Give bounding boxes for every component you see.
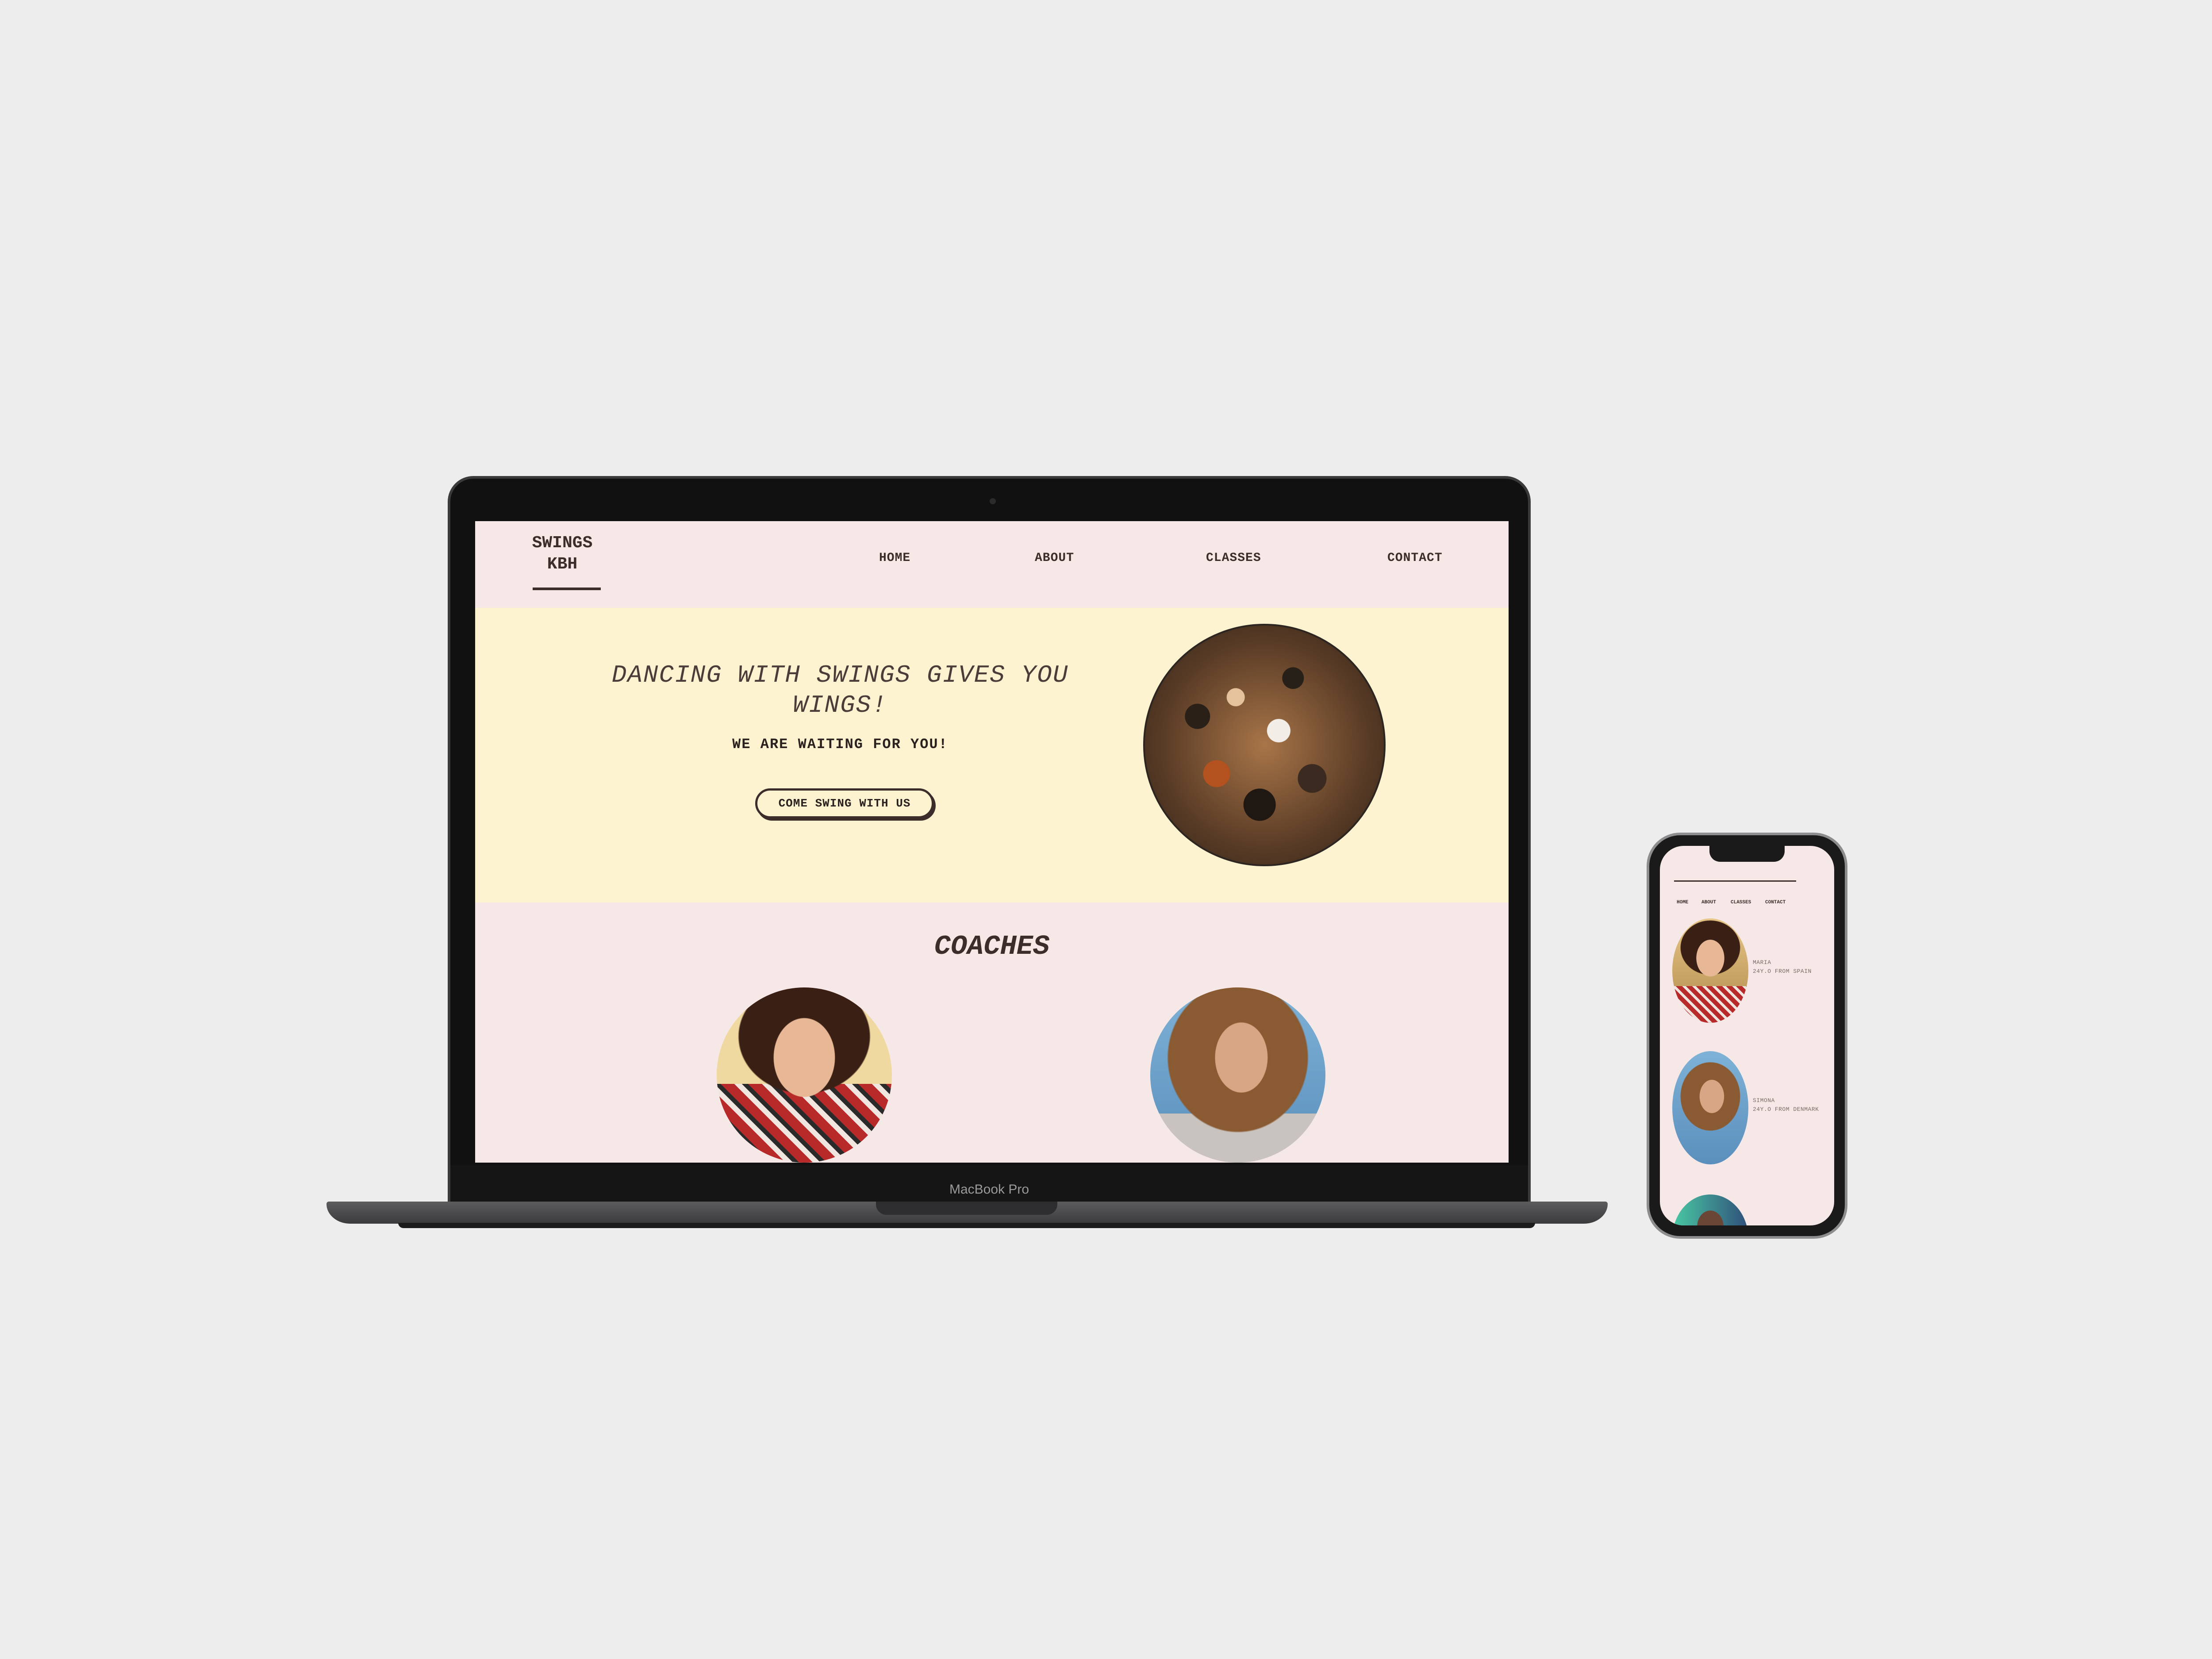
nav-home-link[interactable]: HOME bbox=[879, 551, 910, 565]
coach-photo-2[interactable] bbox=[1150, 987, 1325, 1163]
dancers-photo bbox=[1143, 624, 1386, 866]
mobile-coach-name-1: MARIA bbox=[1753, 959, 1771, 966]
logo-underline bbox=[533, 588, 601, 590]
laptop-foot bbox=[398, 1223, 1535, 1228]
logo-line-1: SWINGS bbox=[532, 534, 593, 553]
mobile-coach-caption-1: MARIA 24Y.O FROM SPAIN bbox=[1753, 958, 1812, 976]
camera-icon bbox=[990, 498, 996, 504]
mobile-nav-contact[interactable]: CONTACT bbox=[1765, 900, 1786, 905]
phone-mockup: SWINGS KBH HOME ABOUT CLASSES CONTACT MA… bbox=[1647, 833, 1847, 1239]
laptop-brand-label: MacBook Pro bbox=[949, 1182, 1029, 1197]
phone-notch bbox=[1709, 846, 1785, 862]
mobile-logo-underline bbox=[1674, 880, 1796, 882]
mobile-coach-info-2: 24Y.O FROM DENMARK bbox=[1753, 1106, 1819, 1113]
nav-about-link[interactable]: ABOUT bbox=[1035, 551, 1074, 565]
mobile-coach-photo-3[interactable] bbox=[1672, 1194, 1748, 1225]
hero-section: DANCING WITH SWINGS GIVES YOU WINGS! WE … bbox=[475, 608, 1509, 902]
come-swing-button[interactable]: COME SWING WITH US bbox=[755, 788, 934, 818]
mobile-nav-about[interactable]: ABOUT bbox=[1701, 900, 1716, 905]
mobile-website: SWINGS KBH HOME ABOUT CLASSES CONTACT MA… bbox=[1660, 846, 1834, 1225]
site-logo[interactable]: SWINGS KBH bbox=[525, 533, 600, 575]
mobile-nav-classes[interactable]: CLASSES bbox=[1731, 900, 1751, 905]
coaches-title: COACHES bbox=[934, 931, 1050, 962]
mobile-nav-home[interactable]: HOME bbox=[1677, 900, 1688, 905]
hero-heading: DANCING WITH SWINGS GIVES YOU WINGS! bbox=[611, 661, 1069, 719]
mobile-coach-photo-2[interactable] bbox=[1672, 1051, 1748, 1164]
logo-line-2: KBH bbox=[547, 555, 578, 574]
mobile-coach-photo-1[interactable] bbox=[1672, 918, 1748, 1023]
hero-subheading: WE ARE WAITING FOR YOU! bbox=[732, 736, 948, 753]
site-navbar: SWINGS KBH HOME ABOUT CLASSES CONTACT bbox=[475, 521, 1509, 608]
nav-classes-link[interactable]: CLASSES bbox=[1206, 551, 1261, 565]
laptop-mockup: SWINGS KBH HOME ABOUT CLASSES CONTACT DA… bbox=[448, 476, 1531, 1202]
mobile-coach-caption-2: SIMONA 24Y.O FROM DENMARK bbox=[1753, 1096, 1819, 1114]
mobile-coach-name-2: SIMONA bbox=[1753, 1097, 1775, 1104]
coach-photo-1[interactable] bbox=[717, 987, 892, 1163]
laptop-hinge-notch bbox=[876, 1202, 1057, 1215]
nav-contact-link[interactable]: CONTACT bbox=[1387, 551, 1443, 565]
coaches-section: COACHES bbox=[475, 902, 1509, 1163]
desktop-website: SWINGS KBH HOME ABOUT CLASSES CONTACT DA… bbox=[475, 521, 1509, 1163]
mobile-coach-info-1: 24Y.O FROM SPAIN bbox=[1753, 968, 1812, 975]
